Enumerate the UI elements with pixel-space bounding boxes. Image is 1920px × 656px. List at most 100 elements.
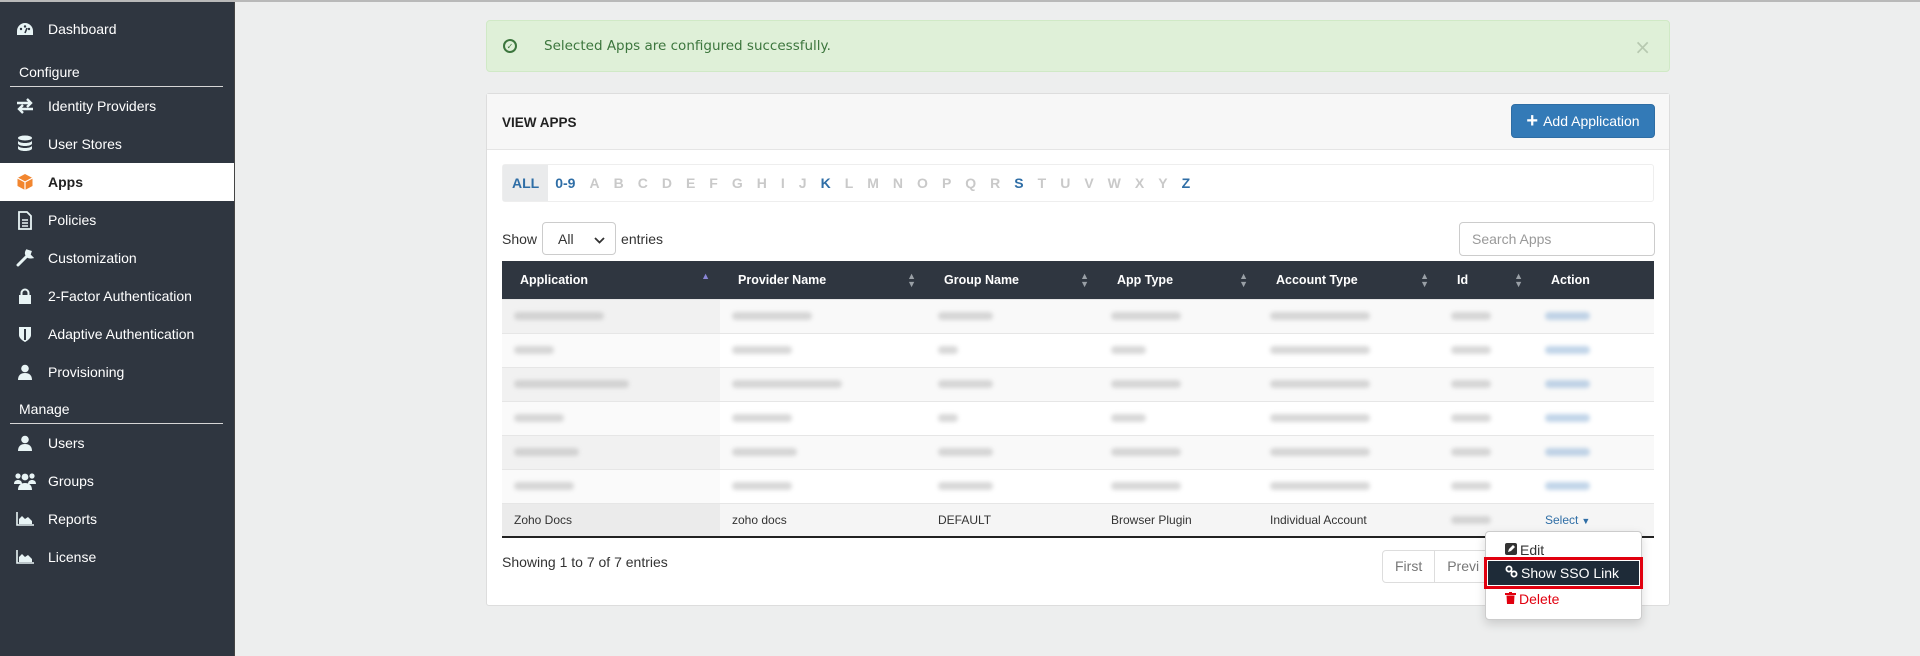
pagination-first[interactable]: First <box>1383 551 1436 582</box>
alpha-filter-f[interactable]: F <box>702 165 725 201</box>
sidebar-item-license[interactable]: License <box>0 538 234 576</box>
sidebar-item-identity-providers[interactable]: Identity Providers <box>0 87 234 125</box>
redacted-text <box>938 312 993 320</box>
sidebar-item-label: Apps <box>48 174 83 190</box>
alpha-filter-z[interactable]: Z <box>1175 165 1198 201</box>
alpha-filter-a[interactable]: A <box>582 165 606 201</box>
redacted-text <box>938 380 993 388</box>
cell-action[interactable] <box>1533 366 1654 401</box>
alpha-filter-r[interactable]: R <box>983 165 1007 201</box>
search-apps-input[interactable] <box>1459 222 1655 256</box>
alpha-filter-i[interactable]: I <box>774 165 792 201</box>
column-header-group-name[interactable]: Group Name ▲ ▼ <box>926 261 1099 299</box>
sidebar-item-policies[interactable]: Policies <box>0 201 234 239</box>
cell-application <box>502 298 720 333</box>
cell-account-type <box>1258 298 1439 333</box>
cell-account-type <box>1258 434 1439 469</box>
menu-item-delete[interactable]: Delete <box>1486 588 1641 610</box>
cell-group-name <box>926 366 1099 401</box>
exchange-icon <box>14 96 36 116</box>
cell-group-name <box>926 468 1099 503</box>
redacted-text <box>1111 448 1181 456</box>
sidebar-item-customization[interactable]: Customization <box>0 239 234 277</box>
sidebar-item-label: License <box>48 549 97 565</box>
cell-id <box>1439 400 1533 435</box>
redacted-text <box>1451 346 1491 354</box>
redacted-text <box>732 448 797 456</box>
alpha-filter-o[interactable]: O <box>910 165 935 201</box>
column-header-app-type[interactable]: App Type ▲ ▼ <box>1099 261 1258 299</box>
add-application-button[interactable]: + Add Application <box>1511 104 1655 138</box>
alpha-filter-p[interactable]: P <box>935 165 958 201</box>
alpha-filter-y[interactable]: Y <box>1151 165 1174 201</box>
alpha-filter-j[interactable]: J <box>792 165 814 201</box>
alpha-filter-l[interactable]: L <box>838 165 861 201</box>
table-row <box>502 298 1654 333</box>
close-alert-button[interactable]: × <box>1634 35 1651 59</box>
trash-icon <box>1505 591 1516 607</box>
entries-select[interactable]: All <box>542 222 617 255</box>
redacted-text <box>1270 312 1370 320</box>
sidebar-item-reports[interactable]: Reports <box>0 500 234 538</box>
redacted-text <box>732 380 842 388</box>
alpha-filter-k[interactable]: K <box>814 165 838 201</box>
users-icon <box>14 471 36 491</box>
cell-action[interactable] <box>1533 434 1654 469</box>
alpha-filter-n[interactable]: N <box>886 165 910 201</box>
sidebar-item-provisioning[interactable]: Provisioning <box>0 353 234 391</box>
sidebar-item-user-stores[interactable]: User Stores <box>0 125 234 163</box>
alpha-filter-all[interactable]: ALL <box>503 165 549 201</box>
cell-action[interactable] <box>1533 332 1654 367</box>
alpha-filter-c[interactable]: C <box>631 165 655 201</box>
redacted-text <box>1270 414 1370 422</box>
cell-action[interactable] <box>1533 400 1654 435</box>
cell-group-name: DEFAULT <box>926 502 1099 538</box>
cell-action[interactable] <box>1533 468 1654 503</box>
alpha-filter-e[interactable]: E <box>679 165 702 201</box>
action-select-dropdown[interactable]: Select ▼ <box>1545 513 1590 527</box>
alpha-filter-w[interactable]: W <box>1101 165 1128 201</box>
sidebar-item-apps[interactable]: Apps <box>0 163 234 201</box>
redacted-text <box>514 482 574 490</box>
sidebar-item-adaptive-authentication[interactable]: Adaptive Authentication <box>0 315 234 353</box>
alpha-filter-m[interactable]: M <box>860 165 886 201</box>
cell-application <box>502 468 720 503</box>
wrench-icon <box>14 248 36 268</box>
alpha-filter-v[interactable]: V <box>1077 165 1100 201</box>
alpha-filter-d[interactable]: D <box>655 165 679 201</box>
alpha-filter-q[interactable]: Q <box>958 165 983 201</box>
cell-action[interactable] <box>1533 298 1654 333</box>
menu-item-show-sso-link[interactable]: Show SSO Link <box>1484 557 1643 589</box>
alpha-filter-b[interactable]: B <box>607 165 631 201</box>
column-header-application[interactable]: Application ▲ <box>502 261 720 299</box>
table-row <box>502 332 1654 367</box>
cell-id <box>1439 366 1533 401</box>
add-application-label: Add Application <box>1543 113 1640 129</box>
sidebar-item-2fa[interactable]: 2-Factor Authentication <box>0 277 234 315</box>
alpha-filter-g[interactable]: G <box>725 165 750 201</box>
menu-item-edit[interactable]: Edit <box>1486 539 1641 561</box>
alpha-filter-x[interactable]: X <box>1128 165 1151 201</box>
sidebar-item-dashboard[interactable]: Dashboard <box>0 10 234 48</box>
sidebar-item-users[interactable]: Users <box>0 424 234 462</box>
alpha-filter-u[interactable]: U <box>1053 165 1077 201</box>
alpha-filter-0-9[interactable]: 0-9 <box>548 165 582 201</box>
redacted-text <box>1451 312 1491 320</box>
alpha-filter-t[interactable]: T <box>1031 165 1054 201</box>
alpha-filter-s[interactable]: S <box>1007 165 1030 201</box>
cell-account-type <box>1258 468 1439 503</box>
table-info: Showing 1 to 7 of 7 entries <box>502 554 668 570</box>
column-header-provider-name[interactable]: Provider Name ▲ ▼ <box>720 261 926 299</box>
alpha-filter-h[interactable]: H <box>750 165 774 201</box>
redacted-text <box>514 414 564 422</box>
cell-group-name <box>926 332 1099 367</box>
cell-provider-name <box>720 366 926 401</box>
column-header-id[interactable]: Id ▲ ▼ <box>1439 261 1533 299</box>
column-header-account-type[interactable]: Account Type ▲ ▼ <box>1258 261 1439 299</box>
plus-icon: + <box>1526 110 1539 132</box>
action-dropdown-menu: Edit Show SSO Link Delete <box>1484 531 1643 620</box>
sidebar-item-label: Users <box>48 435 85 451</box>
redacted-text <box>938 482 993 490</box>
sidebar-item-groups[interactable]: Groups <box>0 462 234 500</box>
cell-group-name <box>926 298 1099 333</box>
